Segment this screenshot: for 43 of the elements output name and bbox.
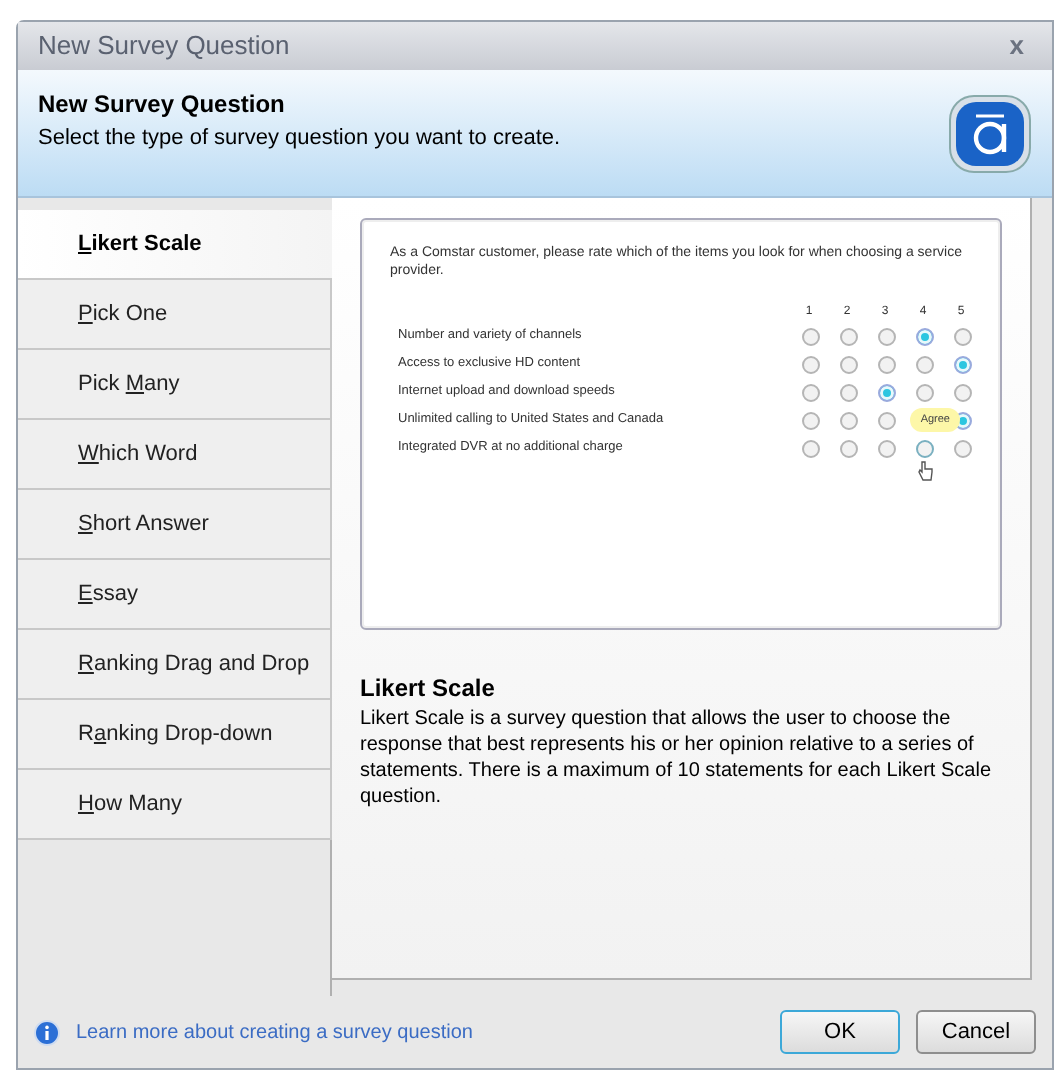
question-type-tab[interactable]: Likert Scale <box>18 210 332 280</box>
radio-button[interactable] <box>840 355 858 373</box>
radio-button[interactable] <box>954 327 972 345</box>
dialog-button[interactable]: Cancel <box>916 1010 1036 1054</box>
radio-button[interactable] <box>916 327 934 345</box>
radio-button[interactable] <box>954 439 972 457</box>
description-title: Likert Scale <box>360 672 497 706</box>
radio-button[interactable] <box>954 355 972 373</box>
radio-button[interactable] <box>840 327 858 345</box>
header-subtitle: Select the type of survey question you want to create. <box>38 124 561 154</box>
question-type-tab[interactable]: Ranking Drop-down <box>18 700 332 770</box>
radio-button[interactable] <box>916 439 934 457</box>
radio-button[interactable] <box>954 383 972 401</box>
radio-button[interactable] <box>840 439 858 457</box>
question-type-tab[interactable]: Pick Many <box>18 350 332 420</box>
question-type-tab[interactable]: How Many <box>18 770 332 840</box>
header-title: New Survey Question <box>38 88 287 122</box>
question-type-tab[interactable]: Ranking Drag and Drop <box>18 630 332 700</box>
radio-button[interactable] <box>916 383 934 401</box>
radio-button[interactable] <box>802 383 820 401</box>
help-link[interactable]: Learn more about creating a survey question <box>76 1017 473 1047</box>
radio-button[interactable] <box>878 383 896 401</box>
radio-button[interactable] <box>916 355 934 373</box>
dialog-button[interactable]: OK <box>780 1010 900 1054</box>
question-type-tab[interactable]: Pick One <box>18 280 332 350</box>
question-type-tab[interactable]: Essay <box>18 560 332 630</box>
radio-button[interactable] <box>802 327 820 345</box>
info-icon <box>34 1019 60 1045</box>
radio-button[interactable] <box>802 355 820 373</box>
radio-button[interactable] <box>878 327 896 345</box>
app-logo-icon <box>948 94 1032 174</box>
question-type-tab[interactable]: Which Word <box>18 420 332 490</box>
radio-button[interactable] <box>840 383 858 401</box>
hand-cursor-icon <box>918 459 934 481</box>
radio-button[interactable] <box>840 411 858 429</box>
window-title: New Survey Question <box>38 28 290 65</box>
radio-button[interactable] <box>878 439 896 457</box>
question-type-tab[interactable]: Short Answer <box>18 490 332 560</box>
description-text: Likert Scale is a survey question that allows the user to choose the response that best represents his or her opinion relative to a series of statements. There is a maximum of 10 statements for each Likert Scale question. <box>360 706 994 810</box>
radio-button[interactable] <box>802 439 820 457</box>
radio-button[interactable] <box>878 355 896 373</box>
radio-button[interactable] <box>878 411 896 429</box>
radio-button[interactable] <box>802 411 820 429</box>
